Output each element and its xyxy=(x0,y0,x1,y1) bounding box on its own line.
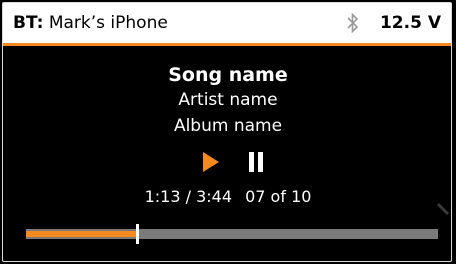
pause-icon[interactable] xyxy=(249,152,263,172)
bluetooth-icon xyxy=(347,12,359,34)
time-separator: / xyxy=(185,187,191,206)
status-header: BT: Mark’s iPhone 12.5 V xyxy=(3,3,451,46)
corner-mark-icon xyxy=(436,202,450,216)
track-position: 07 of 10 xyxy=(245,187,312,206)
head-unit-screen: BT: Mark’s iPhone 12.5 V Song name Artis… xyxy=(2,2,454,262)
playback-info: 1:13 / 3:44 07 of 10 xyxy=(2,186,454,208)
bluetooth-source-label: BT: Mark’s iPhone xyxy=(13,12,168,34)
artist-name: Artist name xyxy=(178,90,278,110)
bt-prefix: BT: xyxy=(13,13,44,33)
pause-bar-right xyxy=(258,152,263,172)
song-title: Song name xyxy=(168,64,288,86)
progress-fill xyxy=(26,231,137,237)
pause-bar-left xyxy=(249,152,254,172)
device-name: Mark’s iPhone xyxy=(48,13,168,33)
album-name: Album name xyxy=(173,116,283,136)
progress-handle[interactable] xyxy=(136,224,139,244)
total-duration: 3:44 xyxy=(196,187,233,206)
elapsed-time: 1:13 xyxy=(144,187,181,206)
battery-voltage: 12.5 V xyxy=(379,13,441,33)
progress-bar[interactable] xyxy=(26,224,438,244)
play-icon[interactable] xyxy=(203,152,219,172)
